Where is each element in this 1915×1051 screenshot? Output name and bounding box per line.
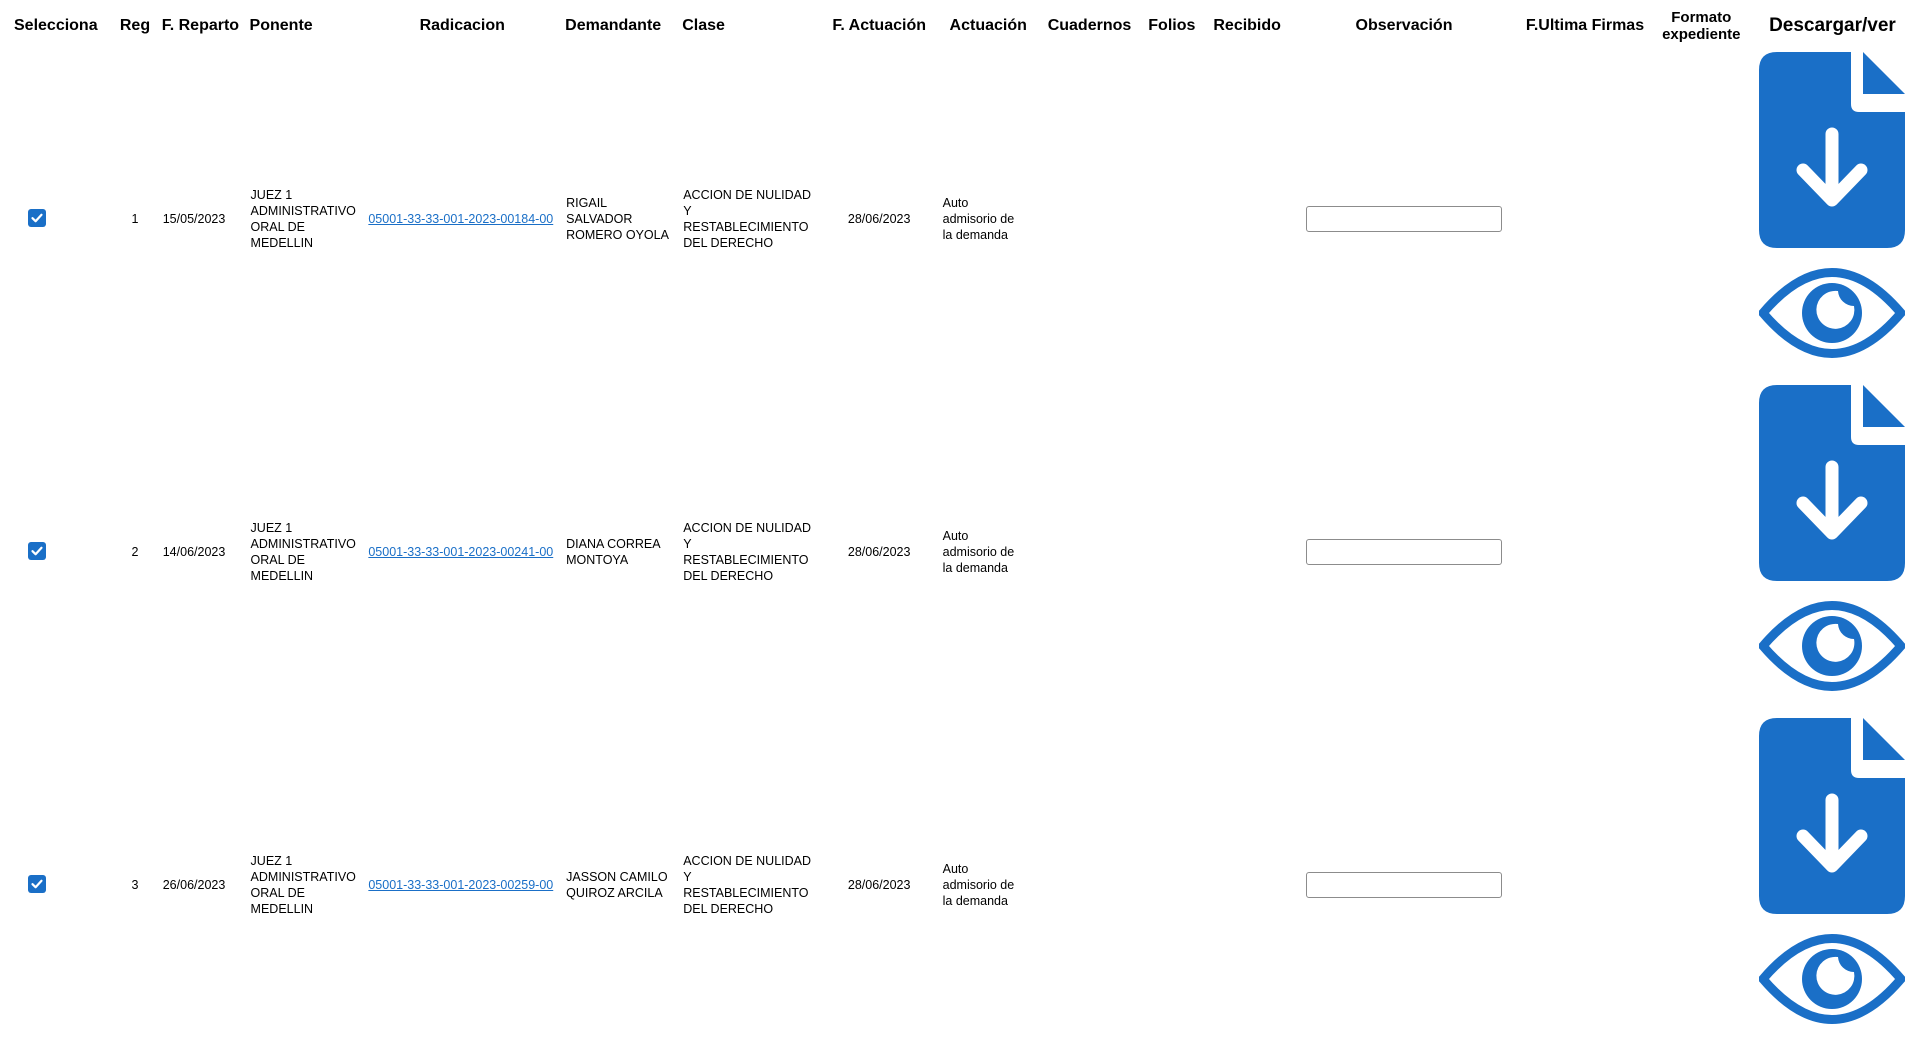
select-cell xyxy=(10,385,112,718)
f-actuacion-cell: 28/06/2023 xyxy=(847,211,911,226)
observacion-input[interactable] xyxy=(1306,205,1503,232)
select-checkbox[interactable] xyxy=(28,208,46,227)
file-download-icon[interactable] xyxy=(1759,718,1906,914)
header-recibido: Recibido xyxy=(1213,17,1281,34)
observacion-cell xyxy=(1291,52,1518,385)
ponente-cell: JUEZ 1 ADMINISTRATIVO ORAL DE MEDELLIN xyxy=(250,853,356,916)
header-clase: Clase xyxy=(682,17,725,34)
actuacion-cell: Auto admisorio de la demanda xyxy=(938,718,1039,1051)
ponente-cell: JUEZ 1 ADMINISTRATIVO ORAL DE MEDELLIN xyxy=(250,520,356,583)
recibido-cell xyxy=(1204,385,1291,718)
actuacion-text: Auto admisorio de la demanda xyxy=(942,861,1015,908)
clase-cell: ACCION DE NULIDAD Y RESTABLECIMIENTO DEL… xyxy=(683,853,812,916)
expedientes-table: Selecciona Reg F. Reparto Ponente Radica… xyxy=(10,0,1915,1051)
formato-cell xyxy=(1653,718,1750,1051)
f-actuacion-cell: 28/06/2023 xyxy=(847,544,911,559)
radicacion-link[interactable]: 05001-33-33-001-2023-00259-00 xyxy=(368,878,553,892)
actuacion-text: Auto admisorio de la demanda xyxy=(942,195,1015,242)
header-actuacion: Actuación xyxy=(949,17,1027,34)
clase-cell: ACCION DE NULIDAD Y RESTABLECIMIENTO DEL… xyxy=(683,520,812,583)
descargar-ver-cell xyxy=(1750,385,1915,718)
radicacion-cell: 05001-33-33-001-2023-00184-00 xyxy=(363,52,561,385)
table-header-row: Selecciona Reg F. Reparto Ponente Radica… xyxy=(10,0,1915,52)
header-demandante: Demandante xyxy=(565,17,662,34)
folios-cell xyxy=(1140,52,1203,385)
checkmark-icon xyxy=(31,879,43,888)
header-ponente: Ponente xyxy=(249,17,313,34)
observacion-input[interactable] xyxy=(1306,871,1503,898)
file-download-icon[interactable] xyxy=(1759,52,1906,248)
radicacion-cell: 05001-33-33-001-2023-00259-00 xyxy=(363,718,561,1051)
actuacion-cell: Auto admisorio de la demanda xyxy=(938,385,1039,718)
eye-icon[interactable] xyxy=(1759,248,1906,372)
header-descargar-ver: Descargar/ver xyxy=(1769,15,1896,36)
header-f-actuacion: F. Actuación xyxy=(832,17,926,34)
folios-cell xyxy=(1140,718,1203,1051)
header-selecciona: Selecciona xyxy=(14,17,98,34)
radicacion-link[interactable]: 05001-33-33-001-2023-00241-00 xyxy=(368,545,553,559)
cuadernos-cell xyxy=(1039,52,1140,385)
table-row: 3 26/06/2023 JUEZ 1 ADMINISTRATIVO ORAL … xyxy=(10,718,1915,1051)
cuadernos-cell xyxy=(1039,385,1140,718)
select-cell xyxy=(10,52,112,385)
observacion-cell xyxy=(1291,718,1518,1051)
header-reg: Reg xyxy=(119,17,151,34)
demandante-cell: DIANA CORREA MONTOYA xyxy=(566,536,660,567)
descargar-ver-cell xyxy=(1750,52,1915,385)
cuadernos-cell xyxy=(1039,718,1140,1051)
f-ultima-cell xyxy=(1517,718,1652,1051)
observacion-input[interactable] xyxy=(1306,538,1503,565)
ponente-cell: JUEZ 1 ADMINISTRATIVO ORAL DE MEDELLIN xyxy=(250,187,356,250)
formato-cell xyxy=(1653,52,1750,385)
reg-cell: 1 xyxy=(131,211,139,226)
f-reparto-cell: 14/06/2023 xyxy=(162,544,226,559)
actuacion-text: Auto admisorio de la demanda xyxy=(942,528,1015,575)
header-f-ultima-firmas: F.Ultima Firmas xyxy=(1525,17,1645,34)
descargar-ver-cell xyxy=(1750,718,1915,1051)
checkmark-icon xyxy=(31,213,43,222)
header-f-reparto: F. Reparto xyxy=(161,17,240,34)
eye-icon[interactable] xyxy=(1759,914,1906,1038)
reg-cell: 3 xyxy=(131,877,139,892)
demandante-cell: JASSON CAMILO QUIROZ ARCILA xyxy=(566,869,668,900)
actuacion-cell: Auto admisorio de la demanda xyxy=(938,52,1039,385)
f-ultima-cell xyxy=(1517,52,1652,385)
observacion-cell xyxy=(1291,385,1518,718)
table-row: 2 14/06/2023 JUEZ 1 ADMINISTRATIVO ORAL … xyxy=(10,385,1915,718)
header-cuadernos: Cuadernos xyxy=(1047,17,1132,34)
select-checkbox[interactable] xyxy=(28,874,46,893)
radicacion-cell: 05001-33-33-001-2023-00241-00 xyxy=(363,385,561,718)
clase-cell: ACCION DE NULIDAD Y RESTABLECIMIENTO DEL… xyxy=(683,187,812,250)
header-observacion: Observación xyxy=(1355,17,1453,34)
f-reparto-cell: 26/06/2023 xyxy=(162,877,226,892)
reg-cell: 2 xyxy=(131,544,139,559)
demandante-cell: RIGAIL SALVADOR ROMERO OYOLA xyxy=(566,195,669,242)
folios-cell xyxy=(1140,385,1203,718)
recibido-cell xyxy=(1204,52,1291,385)
select-cell xyxy=(10,718,112,1051)
eye-icon[interactable] xyxy=(1759,581,1906,705)
f-actuacion-cell: 28/06/2023 xyxy=(847,877,911,892)
checkmark-icon xyxy=(31,546,43,555)
header-folios: Folios xyxy=(1148,17,1196,34)
file-download-icon[interactable] xyxy=(1759,385,1906,581)
recibido-cell xyxy=(1204,718,1291,1051)
f-ultima-cell xyxy=(1517,385,1652,718)
header-formato-expediente: Formato expediente xyxy=(1662,9,1741,43)
radicacion-link[interactable]: 05001-33-33-001-2023-00184-00 xyxy=(368,212,553,226)
table-row: 1 15/05/2023 JUEZ 1 ADMINISTRATIVO ORAL … xyxy=(10,52,1915,385)
select-checkbox[interactable] xyxy=(28,541,46,560)
formato-cell xyxy=(1653,385,1750,718)
header-radicacion: Radicacion xyxy=(419,17,505,34)
f-reparto-cell: 15/05/2023 xyxy=(162,211,226,226)
